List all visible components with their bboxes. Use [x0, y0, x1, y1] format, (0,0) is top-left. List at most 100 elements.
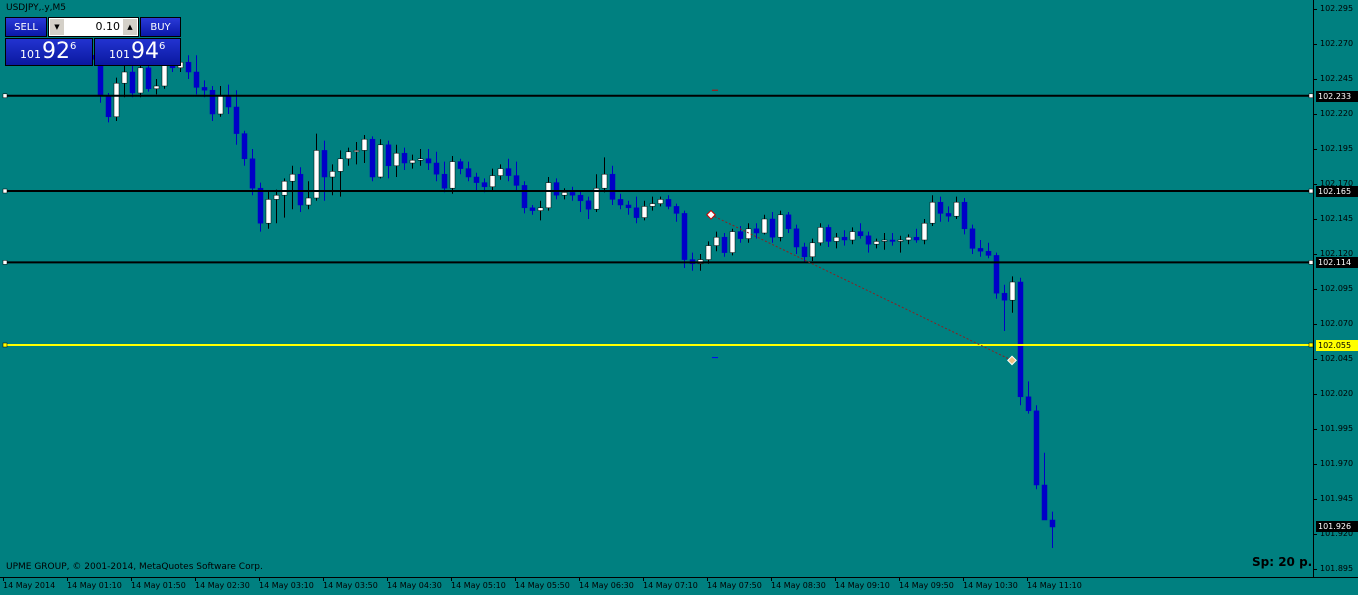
time-tick-label: 14 May 05:50 — [515, 581, 570, 590]
candle-body — [753, 228, 760, 234]
time-tick-mark — [195, 578, 196, 581]
copyright-text: UPME GROUP, © 2001-2014, MetaQuotes Soft… — [6, 562, 263, 572]
candle-body — [833, 236, 840, 242]
candle-body — [921, 222, 928, 241]
candle-body — [713, 236, 720, 246]
candle-body — [377, 144, 384, 178]
candle-body — [673, 206, 680, 214]
time-axis[interactable]: 14 May 2014 14 May 01:10 14 May 01:50 14 Ma… — [0, 577, 1358, 595]
candle-body — [705, 245, 712, 260]
time-tick-mark — [3, 578, 4, 581]
price-tick-mark — [1314, 79, 1317, 80]
candle-body — [897, 239, 904, 242]
candle-body — [321, 150, 328, 178]
candle-body — [337, 158, 344, 172]
candle-body — [425, 158, 432, 164]
price-tick-label: 102.020 — [1320, 389, 1354, 398]
candle-body — [241, 133, 248, 160]
buy-price-prefix: 101 — [109, 48, 130, 61]
price-axis[interactable]: 102.295 102.270 102.245 102.220 102.195 102.1… — [1313, 0, 1358, 577]
level-price-tag[interactable]: 102.055 — [1316, 340, 1358, 351]
level-price-tag[interactable]: 102.233 — [1316, 90, 1358, 102]
lot-size-input[interactable]: ▼ 0.10 ▲ — [48, 17, 139, 37]
candle-body — [409, 159, 416, 164]
candle-body — [857, 231, 864, 237]
candle-body — [929, 201, 936, 224]
lot-decrease-button[interactable]: ▼ — [50, 19, 64, 35]
buy-button[interactable]: BUY — [140, 17, 181, 37]
candle-body — [785, 214, 792, 230]
candle-body — [273, 194, 280, 200]
candle-body — [553, 182, 560, 196]
candle-body — [369, 138, 376, 178]
candle-body — [497, 168, 504, 176]
candle-body — [745, 228, 752, 239]
time-tick-mark — [131, 578, 132, 581]
candle-body — [665, 199, 672, 207]
candle-body — [657, 199, 664, 204]
candle-body — [825, 227, 832, 242]
level-price-tag[interactable]: 102.114 — [1316, 257, 1358, 269]
chart-svg[interactable] — [0, 0, 1313, 577]
price-tick-label: 102.295 — [1320, 4, 1354, 13]
sell-price-prefix: 101 — [20, 48, 41, 61]
candle-body — [777, 214, 784, 238]
time-tick-label: 14 May 09:10 — [835, 581, 890, 590]
sell-price-fraction: 6 — [70, 41, 77, 52]
candle-body — [809, 242, 816, 258]
candle-body — [161, 63, 168, 87]
price-tick-label: 101.995 — [1320, 424, 1354, 433]
chart-area[interactable]: USDJPY,.y,M5 UPME GROUP, © 2001-2014, Me… — [0, 0, 1313, 577]
candle-body — [993, 255, 1000, 294]
price-tick-label: 101.895 — [1320, 564, 1354, 573]
time-tick-mark — [259, 578, 260, 581]
time-tick-label: 14 May 04:30 — [387, 581, 442, 590]
candle-body — [1025, 396, 1032, 412]
candle-body — [737, 231, 744, 239]
candle-body — [217, 95, 224, 115]
level-price-tag[interactable]: 102.165 — [1316, 186, 1358, 197]
candle-body — [649, 203, 656, 207]
candle-body — [793, 228, 800, 248]
buy-price-fraction: 6 — [159, 41, 166, 52]
candle-body — [529, 207, 536, 211]
price-tick-mark — [1314, 184, 1317, 185]
candle-body — [185, 61, 192, 73]
price-tick-mark — [1314, 429, 1317, 430]
price-tick-label: 102.095 — [1320, 284, 1354, 293]
sell-button[interactable]: SELL — [5, 17, 47, 37]
time-tick-label: 14 May 2014 — [3, 581, 56, 590]
candle-body — [281, 180, 288, 196]
candle-body — [345, 151, 352, 160]
candle-body — [393, 152, 400, 167]
candle-body — [537, 207, 544, 211]
candle-body — [769, 218, 776, 238]
price-tick-mark — [1314, 359, 1317, 360]
line-anchor-handle — [2, 260, 8, 265]
candle-body — [841, 236, 848, 241]
time-tick-label: 14 May 07:10 — [643, 581, 698, 590]
candle-body — [513, 175, 520, 186]
price-tick-mark — [1314, 44, 1317, 45]
lot-increase-button[interactable]: ▲ — [123, 19, 137, 35]
buy-price-button[interactable]: 101 94 6 — [94, 38, 181, 66]
lot-value[interactable]: 0.10 — [96, 18, 121, 36]
candle-body — [401, 152, 408, 164]
time-tick-label: 14 May 02:30 — [195, 581, 250, 590]
candle-body — [521, 185, 528, 209]
time-tick-label: 14 May 07:50 — [707, 581, 762, 590]
price-tick-label: 101.945 — [1320, 494, 1354, 503]
time-tick-mark — [899, 578, 900, 581]
time-tick-mark — [707, 578, 708, 581]
time-tick-mark — [67, 578, 68, 581]
price-tick-label: 102.045 — [1320, 354, 1354, 363]
candle-body — [961, 201, 968, 230]
candle-body — [233, 106, 240, 134]
candle-body — [577, 194, 584, 202]
candle-body — [641, 206, 648, 218]
candle-body — [209, 89, 216, 115]
sell-price-pips: 92 — [42, 39, 70, 64]
line-anchor-handle — [2, 188, 8, 194]
sell-price-button[interactable]: 101 92 6 — [5, 38, 93, 66]
price-tick-mark — [1314, 149, 1317, 150]
